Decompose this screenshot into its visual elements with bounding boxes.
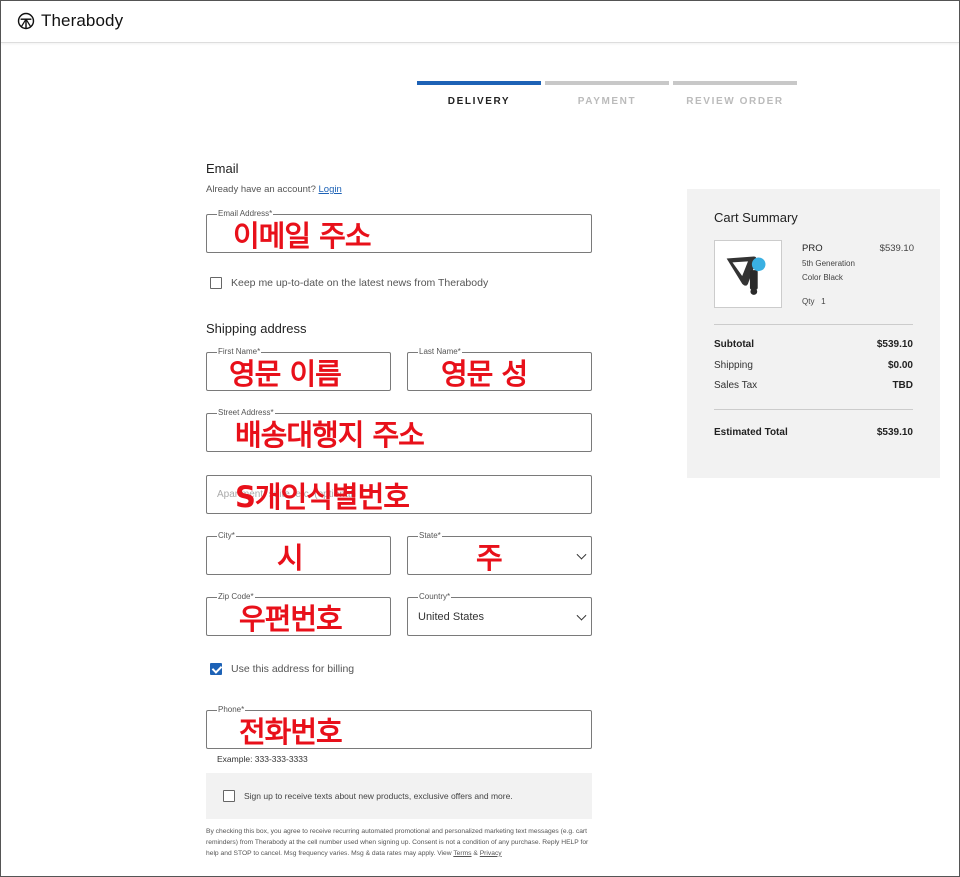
- cart-divider: [714, 324, 913, 325]
- shipping-section-title: Shipping address: [206, 321, 307, 336]
- country-value: United States: [418, 610, 485, 623]
- product-price: $539.10: [879, 243, 914, 254]
- street-address-value: 배송대행지 주소: [235, 417, 425, 452]
- billing-checkbox[interactable]: [210, 663, 222, 675]
- estimated-total-row: Estimated Total $539.10: [714, 427, 913, 438]
- shipping-cost-value: $0.00: [887, 360, 913, 371]
- step-label: DELIVERY: [447, 96, 511, 107]
- estimated-total-label: Estimated Total: [714, 427, 788, 438]
- phone-example: Example: 333-333-3333: [217, 754, 308, 764]
- apartment-value: S개인식별번호: [235, 479, 410, 514]
- last-name-field[interactable]: Last Name* 영문 성: [407, 347, 592, 391]
- massage-gun-icon: [726, 256, 766, 295]
- subtotal-label: Subtotal: [714, 339, 754, 350]
- state-select[interactable]: State* 주: [407, 531, 592, 575]
- apartment-field[interactable]: Apartment, suite, etc. (optional) S개인식별번…: [206, 475, 592, 514]
- country-select[interactable]: Country* United States: [407, 592, 592, 636]
- chevron-down-icon: [576, 610, 587, 621]
- shipping-cost-label: Shipping: [714, 360, 753, 371]
- street-address-field[interactable]: Street Address* 배송대행지 주소: [206, 408, 592, 452]
- step-bar: [417, 81, 541, 85]
- product-generation: 5th Generation: [802, 259, 855, 268]
- email-section-title: Email: [206, 161, 239, 176]
- phone-value: 전화번호: [239, 714, 343, 749]
- sms-optin-box: Sign up to receive texts about new produ…: [206, 773, 592, 819]
- city-label: City*: [217, 531, 236, 540]
- newsletter-label: Keep me up-to-date on the latest news fr…: [231, 277, 489, 289]
- email-field-value: 이메일 주소: [233, 218, 371, 253]
- step-bar: [545, 81, 669, 85]
- zip-code-field[interactable]: Zip Code* 우편번호: [206, 592, 391, 636]
- first-name-value: 영문 이름: [229, 356, 342, 391]
- product-color: Color Black: [802, 273, 843, 282]
- qty-label: Qty: [802, 297, 815, 306]
- legal-body: By checking this box, you agree to recei…: [206, 828, 589, 857]
- product-thumbnail: [714, 240, 782, 308]
- sales-tax-label: Sales Tax: [714, 380, 758, 391]
- cart-summary: Cart Summary PRO $539.10 5th Generation …: [687, 189, 940, 478]
- email-field[interactable]: Email Address* 이메일 주소: [206, 209, 592, 253]
- newsletter-row[interactable]: Keep me up-to-date on the latest news fr…: [210, 277, 488, 289]
- qty-value: 1: [821, 297, 826, 306]
- step-delivery[interactable]: DELIVERY: [417, 81, 541, 107]
- last-name-value: 영문 성: [441, 356, 528, 391]
- zip-code-value: 우편번호: [239, 601, 343, 636]
- brand-name: Therabody: [41, 11, 124, 30]
- step-review-order: REVIEW ORDER: [673, 81, 797, 107]
- site-header: Therabody: [1, 1, 959, 43]
- account-prompt: Already have an account? Login: [206, 184, 342, 195]
- sales-tax-value: TBD: [892, 380, 913, 391]
- subtotal-value: $539.10: [876, 339, 913, 350]
- therabody-logo-icon: [17, 12, 35, 30]
- city-field[interactable]: City* 시: [206, 531, 391, 575]
- sms-row[interactable]: Sign up to receive texts about new produ…: [223, 790, 513, 802]
- brand-logo[interactable]: Therabody: [17, 11, 123, 31]
- login-link[interactable]: Login: [319, 184, 342, 195]
- account-prompt-text: Already have an account?: [206, 184, 316, 195]
- cart-summary-title: Cart Summary: [714, 210, 798, 225]
- first-name-field[interactable]: First Name* 영문 이름: [206, 347, 391, 391]
- step-label: REVIEW ORDER: [686, 96, 784, 107]
- state-label: State*: [418, 531, 442, 540]
- billing-label: Use this address for billing: [231, 663, 355, 675]
- terms-link[interactable]: Terms: [453, 850, 471, 857]
- estimated-total-value: $539.10: [876, 427, 913, 438]
- city-value: 시: [277, 540, 304, 575]
- sales-tax-row: Sales Tax TBD: [714, 380, 913, 391]
- product-name: PRO: [802, 243, 823, 254]
- chevron-down-icon: [576, 549, 587, 560]
- legal-and: &: [473, 849, 478, 857]
- sms-label: Sign up to receive texts about new produ…: [244, 791, 513, 801]
- shipping-row: Shipping $0.00: [714, 360, 913, 371]
- cart-divider: [714, 409, 913, 410]
- step-label: PAYMENT: [577, 96, 637, 107]
- state-value: 주: [476, 540, 503, 575]
- privacy-link[interactable]: Privacy: [480, 850, 502, 857]
- product-qty: Qty 1: [802, 297, 826, 306]
- subtotal-row: Subtotal $539.10: [714, 339, 913, 350]
- step-bar: [673, 81, 797, 85]
- checkout-steps: DELIVERY PAYMENT REVIEW ORDER: [417, 81, 797, 107]
- phone-field[interactable]: Phone* 전화번호: [206, 705, 592, 749]
- sms-legal-text: By checking this box, you agree to recei…: [206, 827, 596, 859]
- sms-checkbox[interactable]: [223, 790, 235, 802]
- newsletter-checkbox[interactable]: [210, 277, 222, 289]
- billing-row[interactable]: Use this address for billing: [210, 663, 354, 675]
- step-payment: PAYMENT: [545, 81, 669, 107]
